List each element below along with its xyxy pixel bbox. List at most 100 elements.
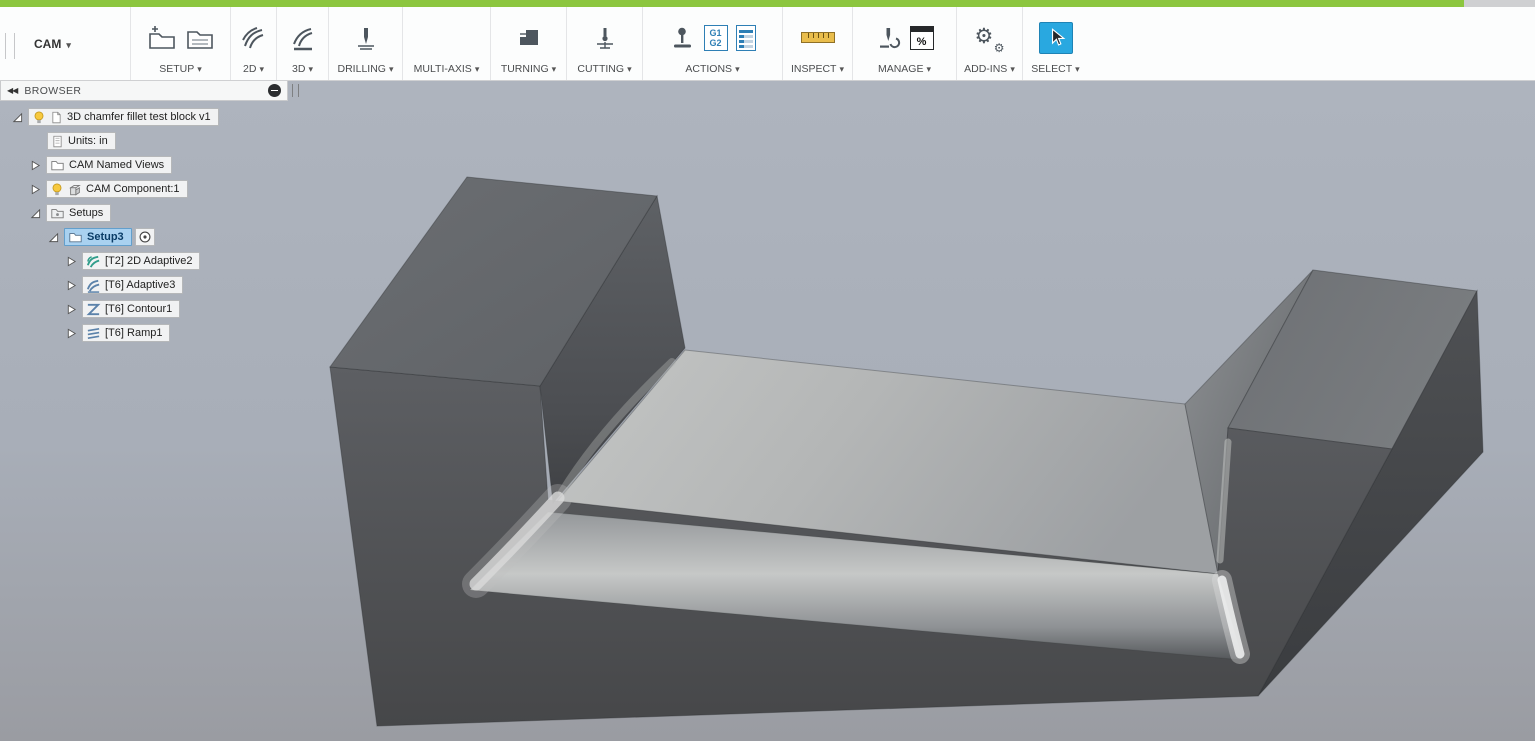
tree-row-document[interactable]: 3D chamfer fillet test block v1 bbox=[0, 105, 320, 129]
named-views-folder-icon bbox=[50, 158, 65, 172]
2d-adaptive-toolpath-icon bbox=[86, 254, 101, 269]
gear-icon: ⚙ bbox=[975, 24, 994, 50]
setups-folder-icon bbox=[50, 206, 65, 220]
lightbulb-icon[interactable] bbox=[32, 110, 46, 125]
group-label-manage: MANAGE bbox=[878, 63, 924, 75]
tree-row-toolpath-ramp1[interactable]: [T6] Ramp1 bbox=[0, 321, 320, 345]
toolbar-group-manage: % MANAGE bbox=[852, 7, 956, 80]
scripts-addins-gear-icon[interactable]: ⚙ ⚙ bbox=[975, 24, 1005, 52]
expanded-twisty-icon[interactable] bbox=[10, 110, 25, 125]
tree-row-setups[interactable]: Setups bbox=[0, 201, 320, 225]
tool-library-icon[interactable] bbox=[876, 25, 902, 51]
group-label-multiaxis: MULTI-AXIS bbox=[414, 63, 472, 75]
group-label-2d: 2D bbox=[243, 63, 256, 75]
chevron-down-icon bbox=[926, 63, 931, 75]
toolbar-group-select: SELECT bbox=[1022, 7, 1088, 80]
tree-label: [T6] Contour1 bbox=[105, 303, 172, 315]
gcode-g2-text: G2 bbox=[709, 38, 721, 48]
tree-label: [T6] Adaptive3 bbox=[105, 279, 175, 291]
group-label-setup: SETUP bbox=[159, 63, 194, 75]
chevron-down-icon bbox=[66, 37, 71, 51]
lightbulb-icon[interactable] bbox=[50, 182, 64, 197]
tree-label: [T2] 2D Adaptive2 bbox=[105, 255, 192, 267]
tree-row-toolpath-adaptive2[interactable]: [T2] 2D Adaptive2 bbox=[0, 249, 320, 273]
collapsed-twisty-icon[interactable] bbox=[28, 182, 43, 197]
setup-sheet-icon[interactable] bbox=[736, 25, 756, 51]
chevron-down-icon bbox=[475, 63, 480, 75]
chevron-down-icon bbox=[839, 63, 844, 75]
progress-bar-track bbox=[0, 0, 1535, 7]
workspace-switcher[interactable]: CAM bbox=[0, 7, 130, 80]
new-setup-folder-icon[interactable] bbox=[147, 25, 177, 51]
selected-node-chip[interactable]: Setup3 bbox=[64, 228, 132, 246]
expanded-twisty-icon[interactable] bbox=[46, 230, 61, 245]
task-percent-icon[interactable]: % bbox=[910, 26, 934, 50]
toolbar-group-turning: TURNING bbox=[490, 7, 566, 80]
chevron-down-icon bbox=[735, 63, 740, 75]
chevron-down-icon bbox=[259, 63, 264, 75]
browser-tree: 3D chamfer fillet test block v1 Units: i… bbox=[0, 105, 320, 345]
toolbar-group-actions: G1 G2 ACTIONS bbox=[642, 7, 782, 80]
tree-label: Units: in bbox=[68, 135, 108, 147]
adaptive-toolpath-icon bbox=[86, 278, 101, 293]
setup-origin-target-icon[interactable] bbox=[135, 228, 155, 246]
3d-strategy-swirl-icon[interactable] bbox=[290, 25, 316, 51]
small-gear-icon: ⚙ bbox=[994, 42, 1005, 54]
expanded-twisty-icon[interactable] bbox=[28, 206, 43, 221]
gcode-badge-icon[interactable]: G1 G2 bbox=[704, 25, 728, 51]
collapsed-twisty-icon[interactable] bbox=[64, 302, 79, 317]
tree-row-toolpath-contour1[interactable]: [T6] Contour1 bbox=[0, 297, 320, 321]
chevron-down-icon bbox=[197, 63, 202, 75]
chevron-down-icon bbox=[308, 63, 313, 75]
toolbar-group-inspect: INSPECT bbox=[782, 7, 852, 80]
tree-label: [T6] Ramp1 bbox=[105, 327, 162, 339]
tree-row-toolpath-adaptive3[interactable]: [T6] Adaptive3 bbox=[0, 273, 320, 297]
turning-profile-icon[interactable] bbox=[516, 25, 542, 51]
collapsed-twisty-icon[interactable] bbox=[64, 254, 79, 269]
tree-row-setup3[interactable]: Setup3 bbox=[0, 225, 320, 249]
tree-row-component[interactable]: CAM Component:1 bbox=[0, 177, 320, 201]
minimize-browser-icon[interactable] bbox=[268, 84, 281, 97]
chevron-down-icon bbox=[389, 63, 394, 75]
toolbar: CAM SETUP 2D bbox=[0, 7, 1535, 81]
group-label-select: SELECT bbox=[1031, 63, 1072, 75]
tree-label: CAM Named Views bbox=[69, 159, 164, 171]
collapse-panel-icon[interactable]: ◀◀ bbox=[7, 86, 17, 95]
chevron-down-icon bbox=[1010, 63, 1015, 75]
chevron-down-icon bbox=[1075, 63, 1080, 75]
group-label-inspect: INSPECT bbox=[791, 63, 837, 75]
tree-label: Setup3 bbox=[87, 231, 124, 243]
browser-title: BROWSER bbox=[24, 85, 261, 97]
group-label-addins: ADD-INS bbox=[964, 63, 1007, 75]
units-document-icon bbox=[51, 134, 64, 149]
tree-label: CAM Component:1 bbox=[86, 183, 180, 195]
browser-panel: ◀◀ BROWSER 3D chamfer fillet test block … bbox=[0, 80, 320, 345]
collapsed-twisty-icon[interactable] bbox=[28, 158, 43, 173]
cutting-probe-icon[interactable] bbox=[592, 25, 618, 51]
chevron-down-icon bbox=[552, 63, 557, 75]
collapsed-twisty-icon[interactable] bbox=[64, 326, 79, 341]
tree-row-units[interactable]: Units: in bbox=[0, 129, 320, 153]
select-cursor-icon[interactable] bbox=[1039, 22, 1073, 54]
percent-text: % bbox=[917, 36, 927, 48]
2d-strategy-swirl-icon[interactable] bbox=[241, 25, 267, 51]
post-process-joystick-icon[interactable] bbox=[670, 25, 696, 51]
setup-folder-icon bbox=[68, 230, 83, 244]
panel-resize-grip[interactable] bbox=[292, 84, 299, 97]
collapsed-twisty-icon[interactable] bbox=[64, 278, 79, 293]
group-label-drilling: DRILLING bbox=[338, 63, 386, 75]
tree-label: Setups bbox=[69, 207, 103, 219]
ramp-toolpath-icon bbox=[86, 326, 101, 341]
toolbar-grip bbox=[5, 33, 15, 59]
measure-ruler-icon[interactable] bbox=[801, 32, 835, 43]
group-label-turning: TURNING bbox=[501, 63, 549, 75]
folder-icon[interactable] bbox=[185, 25, 215, 51]
contour-toolpath-icon bbox=[86, 302, 101, 317]
tree-row-named-views[interactable]: CAM Named Views bbox=[0, 153, 320, 177]
drill-icon[interactable] bbox=[353, 25, 379, 51]
browser-header: ◀◀ BROWSER bbox=[0, 80, 288, 101]
gcode-g1-text: G1 bbox=[709, 28, 721, 38]
group-label-cutting: CUTTING bbox=[577, 63, 624, 75]
workspace-label: CAM bbox=[34, 37, 61, 51]
tree-label: 3D chamfer fillet test block v1 bbox=[67, 111, 211, 123]
